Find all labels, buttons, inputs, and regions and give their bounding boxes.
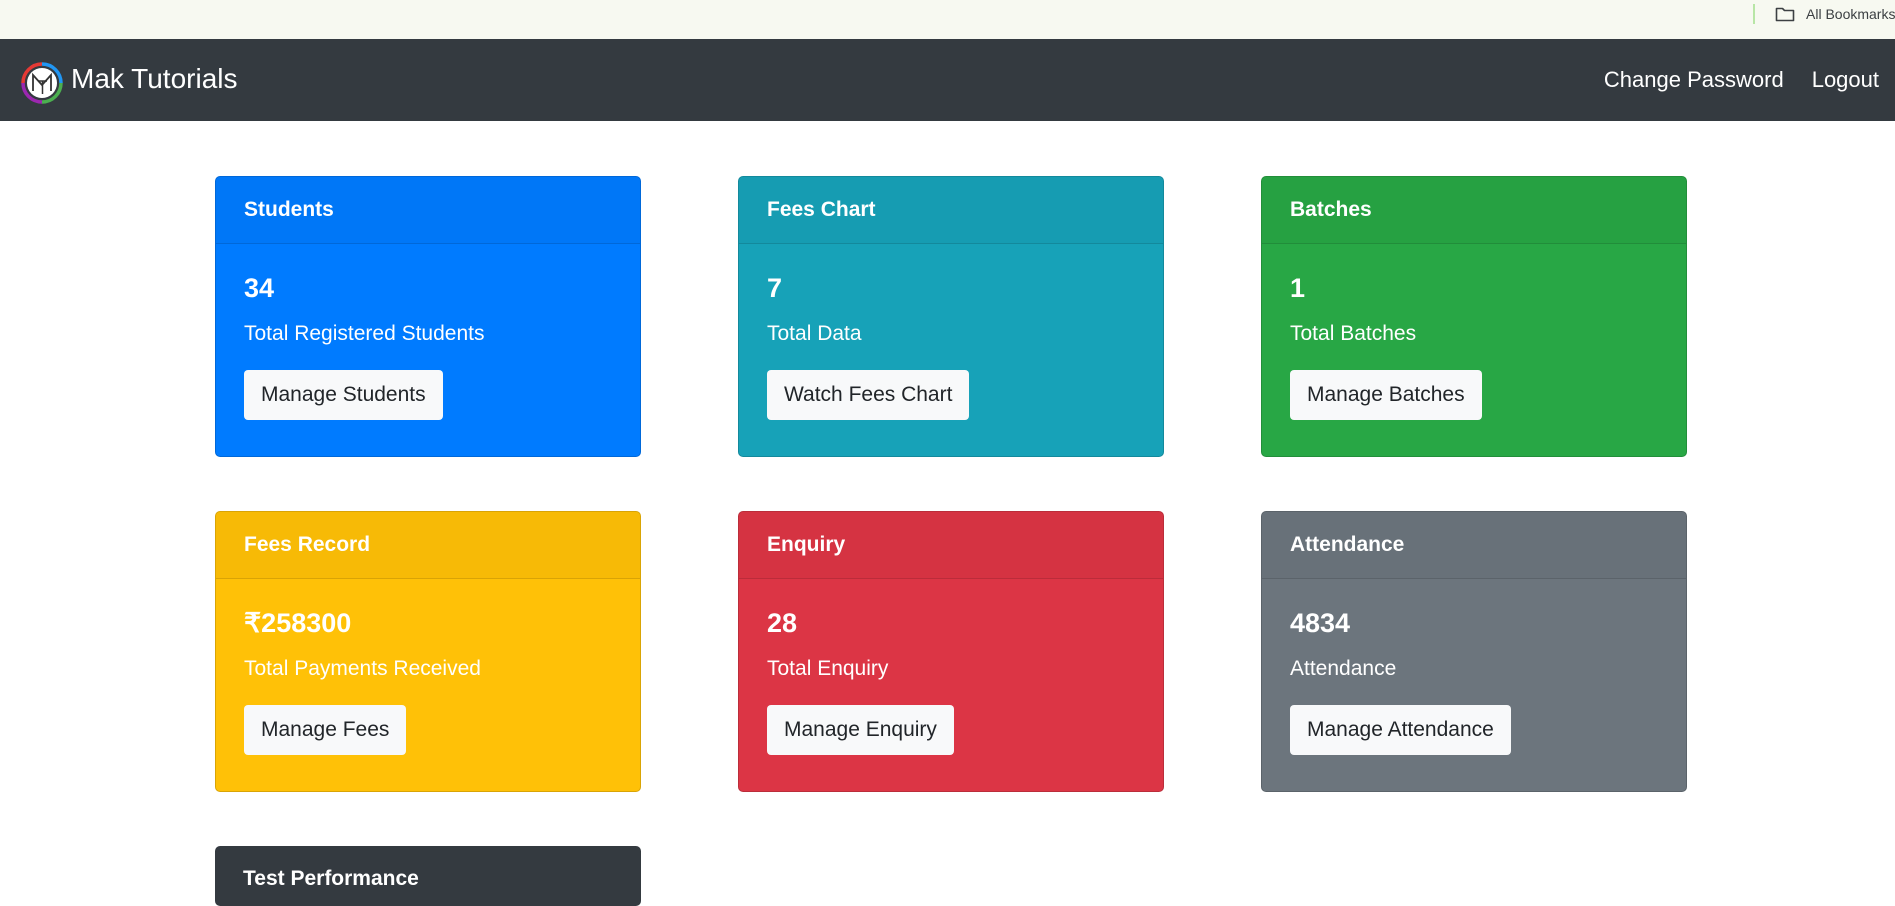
enquiry-card: Enquiry 28 Total Enquiry Manage Enquiry [738,511,1164,792]
card-text: Total Registered Students [244,322,485,345]
watch-fees-chart-button[interactable]: Watch Fees Chart [767,370,970,420]
card-title: Batches [1262,177,1686,244]
card-text: Total Payments Received [244,657,481,680]
bookmarks-bar: All Bookmarks [0,0,1895,39]
card-title: Attendance [1262,512,1686,579]
fees-chart-card: Fees Chart 7 Total Data Watch Fees Chart [738,176,1164,457]
batches-card: Batches 1 Total Batches Manage Batches [1261,176,1687,457]
nav-links: Change Password Logout [1604,66,1879,94]
all-bookmarks-button[interactable]: All Bookmarks [1775,3,1895,25]
manage-attendance-button[interactable]: Manage Attendance [1290,705,1511,755]
card-value: 7 [767,273,783,303]
all-bookmarks-label: All Bookmarks [1806,6,1895,22]
manage-fees-button[interactable]: Manage Fees [244,705,407,755]
card-text: Total Data [767,322,862,345]
card-title: Students [216,177,640,244]
card-value: ₹258300 [244,608,352,638]
card-value: 4834 [1290,608,1351,638]
card-title: Fees Chart [739,177,1163,244]
brand-name[interactable]: Mak Tutorials [71,62,238,96]
card-value: 28 [767,608,798,638]
test-performance-card: Test Performance [215,846,641,906]
logout-link[interactable]: Logout [1812,66,1879,94]
folder-icon [1775,7,1795,22]
card-title: Enquiry [739,512,1163,579]
card-text: Total Enquiry [767,657,889,680]
change-password-link[interactable]: Change Password [1604,66,1784,94]
card-title: Test Performance [243,867,419,890]
card-text: Total Batches [1290,322,1417,345]
attendance-card: Attendance 4834 Attendance Manage Attend… [1261,511,1687,792]
students-card: Students 34 Total Registered Students Ma… [215,176,641,457]
manage-students-button[interactable]: Manage Students [244,370,443,420]
mak-tutorials-logo[interactable] [20,61,64,105]
bookmarks-separator [1753,4,1755,24]
fees-record-card: Fees Record ₹258300 Total Payments Recei… [215,511,641,792]
card-value: 34 [244,273,275,303]
manage-batches-button[interactable]: Manage Batches [1290,370,1482,420]
card-value: 1 [1290,273,1306,303]
card-text: Attendance [1290,657,1397,680]
manage-enquiry-button[interactable]: Manage Enquiry [767,705,954,755]
top-navbar: Mak Tutorials Change Password Logout [0,39,1895,121]
card-title: Fees Record [216,512,640,579]
